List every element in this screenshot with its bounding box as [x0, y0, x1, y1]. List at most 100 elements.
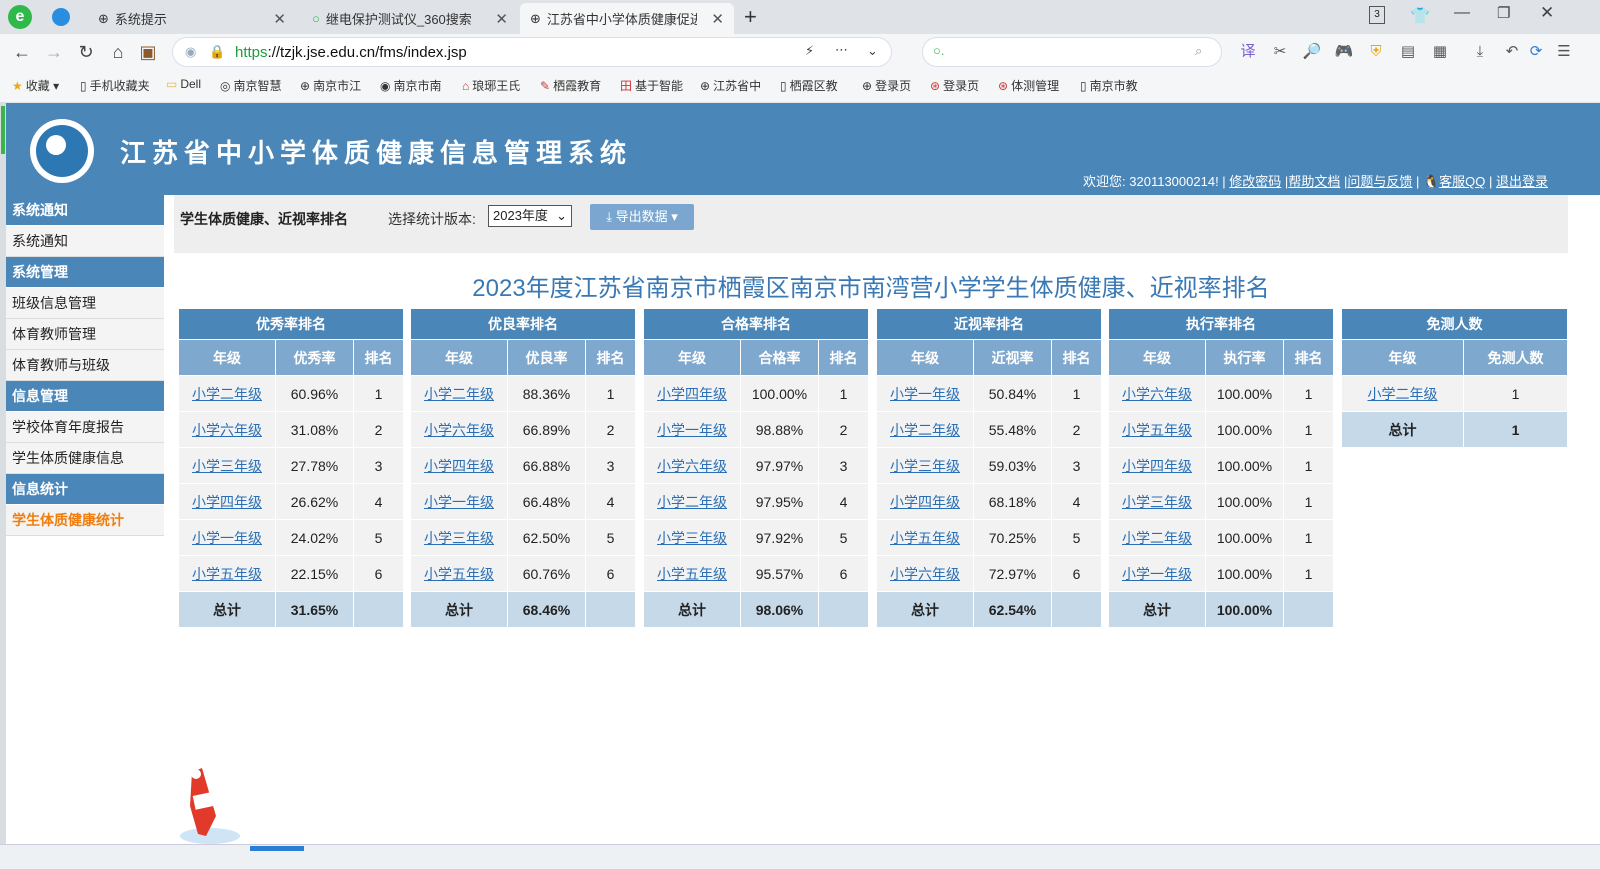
close-tab-icon[interactable]: ✕ [495, 10, 508, 28]
scissors-icon[interactable]: ✂ [1270, 42, 1290, 62]
bookmark-item[interactable]: ⊛ 体测管理 [998, 77, 1059, 94]
reader-icon[interactable]: ▤ [1398, 42, 1418, 62]
grade-cell[interactable]: 小学一年级 [643, 411, 741, 448]
grade-link[interactable]: 小学二年级 [424, 386, 494, 402]
grade-cell[interactable]: 小学二年级 [1341, 375, 1464, 412]
bookmark-item[interactable]: ⊕ 登录页 [862, 77, 911, 94]
shirt-icon[interactable]: 👕 [1410, 6, 1430, 26]
grade-cell[interactable]: 小学一年级 [876, 375, 974, 412]
grade-link[interactable]: 小学四年级 [1122, 458, 1192, 474]
logout-link[interactable]: 退出登录 [1496, 174, 1548, 189]
undo-icon[interactable]: ↶ [1502, 42, 1522, 62]
bookmark-item[interactable]: ⊕ 南京市江 [300, 77, 361, 94]
grade-link[interactable]: 小学二年级 [657, 494, 727, 510]
grade-link[interactable]: 小学三年级 [890, 458, 960, 474]
grade-link[interactable]: 小学三年级 [192, 458, 262, 474]
grade-link[interactable]: 小学五年级 [1122, 422, 1192, 438]
browser-logo-icon[interactable]: e [8, 5, 32, 29]
grade-link[interactable]: 小学一年级 [1122, 566, 1192, 582]
sidebar-item-health-statistics[interactable]: 学生体质健康统计 [6, 505, 164, 536]
grade-cell[interactable]: 小学五年级 [643, 555, 741, 592]
bookmark-item[interactable]: ◎ 南京智慧 [220, 77, 282, 94]
grade-cell[interactable]: 小学四年级 [876, 483, 974, 520]
grade-cell[interactable]: 小学一年级 [178, 519, 276, 556]
grade-cell[interactable]: 小学六年级 [410, 411, 508, 448]
search-icon[interactable]: ⌕ [1195, 43, 1202, 59]
grade-link[interactable]: 小学二年级 [1368, 386, 1438, 402]
change-password-link[interactable]: 修改密码 [1229, 174, 1281, 189]
sidebar-section-notice[interactable]: 系统通知 [6, 195, 164, 226]
grade-cell[interactable]: 小学三年级 [178, 447, 276, 484]
apps-icon[interactable]: ▦ [1430, 42, 1450, 62]
grade-link[interactable]: 小学六年级 [890, 566, 960, 582]
grade-cell[interactable]: 小学一年级 [410, 483, 508, 520]
bookmark-item[interactable]: ▯ 栖霞区教 [780, 77, 838, 94]
grade-cell[interactable]: 小学六年级 [178, 411, 276, 448]
grade-link[interactable]: 小学六年级 [1122, 386, 1192, 402]
grade-link[interactable]: 小学五年级 [192, 566, 262, 582]
grade-link[interactable]: 小学五年级 [424, 566, 494, 582]
grade-cell[interactable]: 小学二年级 [178, 375, 276, 412]
grade-cell[interactable]: 小学二年级 [1108, 519, 1206, 556]
sidebar-section-system[interactable]: 系统管理 [6, 257, 164, 288]
game-icon[interactable]: 🎮 [1334, 42, 1354, 62]
grade-cell[interactable]: 小学四年级 [178, 483, 276, 520]
minimize-icon[interactable]: — [1454, 4, 1470, 22]
sidebar-item-teacher-class[interactable]: 体育教师与班级 [6, 350, 164, 381]
qq-service-link[interactable]: 客服QQ [1439, 174, 1485, 189]
grade-link[interactable]: 小学四年级 [192, 494, 262, 510]
grade-link[interactable]: 小学三年级 [424, 530, 494, 546]
grade-cell[interactable]: 小学六年级 [876, 555, 974, 592]
help-docs-link[interactable]: 帮助文档 [1288, 174, 1340, 189]
grade-link[interactable]: 小学六年级 [657, 458, 727, 474]
sidebar-item-class-management[interactable]: 班级信息管理 [6, 288, 164, 319]
close-window-icon[interactable]: ✕ [1540, 3, 1554, 23]
bookmark-item[interactable]: ▭ Dell [166, 77, 201, 91]
export-data-button[interactable]: ⤓ 导出数据 ▾ [590, 204, 694, 230]
more-icon[interactable]: ⋯ [835, 42, 848, 58]
grade-cell[interactable]: 小学二年级 [410, 375, 508, 412]
url-text[interactable]: https://tzjk.jse.edu.cn/fms/index.jsp [235, 44, 467, 61]
grade-link[interactable]: 小学四年级 [424, 458, 494, 474]
forward-icon[interactable]: → [42, 40, 66, 64]
grade-cell[interactable]: 小学四年级 [1108, 447, 1206, 484]
grade-cell[interactable]: 小学四年级 [410, 447, 508, 484]
grade-link[interactable]: 小学六年级 [424, 422, 494, 438]
grade-cell[interactable]: 小学二年级 [643, 483, 741, 520]
menu-icon[interactable]: ☰ [1554, 42, 1574, 62]
grade-link[interactable]: 小学三年级 [657, 530, 727, 546]
bookmark-item[interactable]: ✎ 栖霞教育 [540, 77, 601, 94]
sidebar-item-student-health-info[interactable]: 学生体质健康信息 [6, 443, 164, 474]
grade-link[interactable]: 小学六年级 [192, 422, 262, 438]
tab-system-notice[interactable]: ⊕ 系统提示 ✕ [88, 3, 296, 34]
grade-link[interactable]: 小学五年级 [890, 530, 960, 546]
version-select[interactable]: 2023年度 ⌄ [488, 205, 572, 227]
grade-cell[interactable]: 小学六年级 [1108, 375, 1206, 412]
bookmark-item[interactable]: ⌂ 琅琊王氏 [462, 77, 520, 94]
sidebar-item-teacher-management[interactable]: 体育教师管理 [6, 319, 164, 350]
grade-cell[interactable]: 小学六年级 [643, 447, 741, 484]
home-icon[interactable]: ⌂ [106, 40, 130, 64]
download-icon[interactable]: ⤓ [1470, 42, 1490, 62]
bookmark-item[interactable]: 田基于智能 [620, 77, 683, 94]
tab-jiangsu-health[interactable]: ⊕ 江苏省中小学体质健康促进校管理 ✕ [520, 3, 734, 34]
grade-link[interactable]: 小学二年级 [1122, 530, 1192, 546]
sidebar-section-info[interactable]: 信息管理 [6, 381, 164, 412]
telegram-icon[interactable] [52, 8, 70, 26]
horizontal-scroll-indicator[interactable] [250, 846, 304, 851]
tab-count-badge[interactable]: 3 [1369, 6, 1385, 24]
grade-cell[interactable]: 小学四年级 [643, 375, 741, 412]
grade-link[interactable]: 小学三年级 [1122, 494, 1192, 510]
sync-icon[interactable]: ⟳ [1526, 42, 1546, 62]
grade-cell[interactable]: 小学二年级 [876, 411, 974, 448]
sidebar-section-statistics[interactable]: 信息统计 [6, 474, 164, 505]
sidebar-item-system-notice[interactable]: 系统通知 [6, 226, 164, 257]
chevron-down-icon[interactable]: ⌄ [867, 43, 878, 59]
grade-link[interactable]: 小学一年级 [890, 386, 960, 402]
feedback-link[interactable]: 问题与反馈 [1347, 174, 1412, 189]
grade-link[interactable]: 小学一年级 [424, 494, 494, 510]
grade-cell[interactable]: 小学五年级 [1108, 411, 1206, 448]
reload-icon[interactable]: ↻ [74, 40, 98, 64]
shield-icon[interactable]: ⛨ [1366, 42, 1386, 62]
bookmark-item[interactable]: ▯ 南京市教 [1080, 77, 1138, 94]
